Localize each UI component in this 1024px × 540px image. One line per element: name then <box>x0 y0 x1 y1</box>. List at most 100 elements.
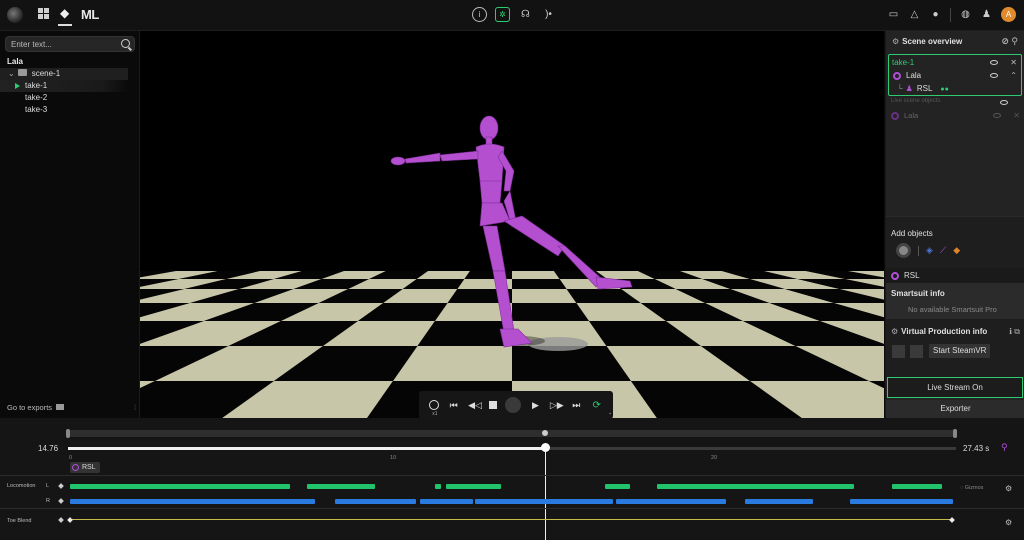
search-box <box>5 36 135 52</box>
eye-icon[interactable] <box>993 113 1002 119</box>
right-step-clip[interactable] <box>616 499 726 504</box>
right-step-clip[interactable] <box>745 499 813 504</box>
eye-icon[interactable] <box>990 73 999 79</box>
resize-handle-icon[interactable]: ⁞ <box>134 405 136 412</box>
transport-controls: x1 ⏮ ◀◁ ▶ ▷▶ ⏭ ⟳ ▪ <box>419 391 613 419</box>
take-title: take-1 <box>892 58 915 67</box>
skip-end-icon[interactable]: ⏭ <box>570 400 582 411</box>
play-button[interactable]: ▶ <box>529 400 541 411</box>
take-item-1[interactable]: take-1 <box>0 80 128 92</box>
range-scrollbar[interactable] <box>68 430 956 437</box>
range-center-handle[interactable] <box>542 430 548 436</box>
range-end-handle[interactable] <box>953 429 957 438</box>
go-to-exports-link[interactable]: Go to exports <box>7 403 65 412</box>
circle-icon[interactable]: ● <box>929 8 942 21</box>
take-card[interactable]: take-1 ✕ Lala ⌃ └ ♟ RSL ●● <box>888 54 1022 96</box>
step-back-icon[interactable]: ◀◁ <box>468 400 482 411</box>
globe-icon[interactable]: ◍ <box>959 8 972 21</box>
keyframe-icon[interactable] <box>949 517 955 523</box>
gear-icon[interactable]: ⚙ <box>1005 518 1012 527</box>
gear-icon[interactable]: ⚙ <box>891 327 898 336</box>
take-actor-row[interactable]: Lala <box>893 71 921 80</box>
external-link-icon[interactable]: ⧉ <box>1014 327 1020 336</box>
step-forward-icon[interactable]: ▷▶ <box>550 400 564 411</box>
lock-icon[interactable]: ▪ <box>609 411 611 417</box>
right-step-clip[interactable] <box>475 499 613 504</box>
ml-brand[interactable]: ML <box>81 7 99 22</box>
left-step-clip[interactable] <box>307 484 375 489</box>
monitor-icon[interactable]: ▭ <box>887 8 900 21</box>
eye-icon[interactable] <box>990 60 999 66</box>
right-step-clip[interactable] <box>850 499 953 504</box>
layers-icon[interactable]: ◆ <box>60 6 69 20</box>
gear-icon[interactable]: ⚙ <box>1005 484 1012 493</box>
live-actor-row[interactable]: Lala <box>891 111 918 121</box>
logo-icon[interactable] <box>7 7 23 23</box>
record-button[interactable] <box>504 397 521 413</box>
total-time: 27.43 s <box>963 444 990 453</box>
scene-browser-panel: Lala ⌄scene-1 take-1 take-2 take-3 Go to… <box>0 31 140 418</box>
active-tab-indicator <box>58 24 72 26</box>
right-step-clip[interactable] <box>70 499 315 504</box>
eye-icon[interactable] <box>1000 100 1008 106</box>
chevron-up-icon[interactable]: ⌃ <box>1010 71 1017 80</box>
info-icon[interactable]: i <box>472 7 487 22</box>
close-icon[interactable]: ✕ <box>1013 111 1020 120</box>
add-prop-icon[interactable]: ◈ <box>926 245 933 256</box>
add-object-icon[interactable]: ◆ <box>953 245 960 256</box>
loop-icon[interactable]: ⟳ <box>591 400 603 411</box>
divider <box>918 245 919 256</box>
suit-row[interactable]: └ ♟ RSL ●● <box>897 84 949 93</box>
add-actor-button[interactable] <box>896 243 911 258</box>
gizmos-toggle[interactable]: ◌ Gizmos <box>960 485 983 491</box>
range-start-handle[interactable] <box>66 429 70 438</box>
person-icon[interactable]: ♟ <box>980 8 993 21</box>
playhead-handle[interactable] <box>541 443 550 452</box>
take-item-2[interactable]: take-2 <box>0 92 128 104</box>
focus-icon[interactable]: ⊘ <box>1001 36 1009 46</box>
search-icon[interactable] <box>121 39 130 48</box>
chevron-down-icon[interactable]: ⌄ <box>8 68 15 80</box>
live-stream-button[interactable]: Live Stream On <box>887 377 1023 398</box>
stop-button[interactable] <box>488 401 497 409</box>
grid-icon[interactable] <box>38 8 49 19</box>
keyframe-icon[interactable] <box>58 483 64 489</box>
left-step-clip[interactable] <box>70 484 290 489</box>
3d-viewport[interactable] <box>140 31 884 418</box>
headphones-icon[interactable]: ☊ <box>518 7 533 22</box>
vr-device-slot[interactable] <box>892 345 905 358</box>
timeline-panel: 14.76 27.43 s 0 10 20 ⚲ RSL Locomotion L… <box>0 418 1024 540</box>
avatar[interactable]: A <box>1001 7 1016 22</box>
close-icon[interactable]: ✕ <box>1010 58 1017 67</box>
take-item-3[interactable]: take-3 <box>0 104 128 116</box>
motion-capture-icon[interactable]: ✲ <box>495 7 510 22</box>
magic-wand-icon[interactable]: ⚲ <box>1001 442 1008 453</box>
tick-label: 10 <box>390 455 397 461</box>
left-step-clip[interactable] <box>605 484 630 489</box>
right-step-clip[interactable] <box>420 499 473 504</box>
left-step-clip[interactable] <box>446 484 501 489</box>
pin-icon[interactable]: ⚲ <box>1011 36 1018 46</box>
search-input[interactable] <box>6 37 106 51</box>
toe-blend-curve[interactable] <box>70 519 952 520</box>
gear-icon[interactable]: ⚙ <box>892 37 899 46</box>
right-step-clip[interactable] <box>335 499 416 504</box>
left-step-clip[interactable] <box>657 484 854 489</box>
stream-icon[interactable]: )• <box>541 7 556 22</box>
clip-chip[interactable]: RSL <box>70 462 100 473</box>
rsl-row[interactable]: RSL <box>886 268 1024 283</box>
keyframe-icon[interactable] <box>58 498 64 504</box>
left-step-clip[interactable] <box>892 484 942 489</box>
info-icon[interactable]: ℹ <box>1009 327 1012 336</box>
exporter-button[interactable]: Exporter <box>886 400 1024 418</box>
vr-device-slot[interactable] <box>910 345 923 358</box>
start-steamvr-button[interactable]: Start SteamVR <box>929 344 991 358</box>
mode-toolbar: i ✲ ☊ )• <box>472 7 556 22</box>
clock-icon[interactable]: x1 <box>429 400 440 417</box>
scene-item[interactable]: ⌄ scene-1 <box>0 68 128 80</box>
skip-start-icon[interactable]: ⏮ <box>448 400 460 411</box>
keyframe-icon[interactable] <box>58 517 64 523</box>
add-stick-icon[interactable]: ⟋ <box>940 245 946 256</box>
warning-icon[interactable]: △ <box>908 8 921 21</box>
left-step-clip[interactable] <box>435 484 441 489</box>
